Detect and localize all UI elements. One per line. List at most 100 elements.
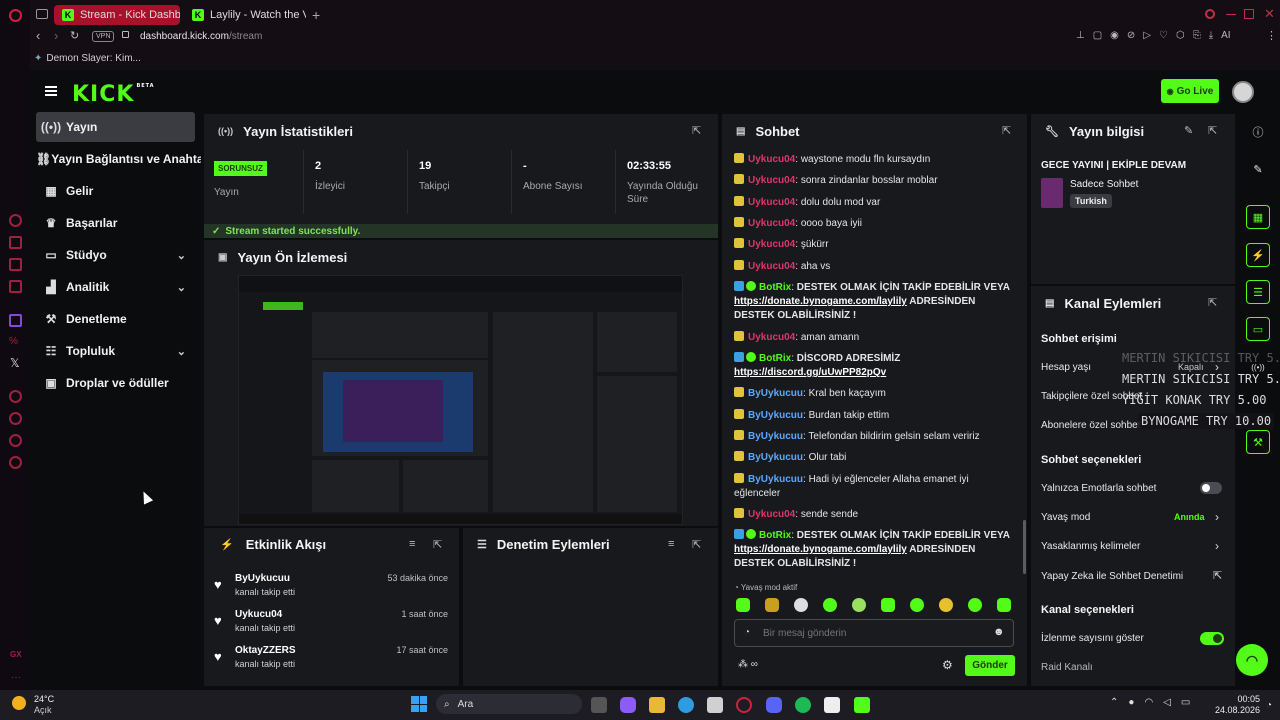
sidebar-item-droplar[interactable]: ▣ Droplar ve ödüller [36,369,196,397]
chat-link[interactable]: https://donate.bynogame.com/laylily [734,544,907,555]
sidebar-item-denetleme[interactable]: ⚒ Denetleme [36,305,196,333]
emote-icon[interactable] [852,598,866,612]
emote-icon[interactable] [736,598,750,612]
emoji-icon[interactable]: ☻ [993,626,1005,638]
emote-icon[interactable] [910,598,924,612]
support-headset-icon[interactable]: ◠ [1236,644,1268,676]
vpn-badge[interactable]: VPN [92,31,115,42]
chat-username[interactable]: ByUykucuu [748,474,803,485]
sidebar-app-icon[interactable] [9,280,22,293]
download-icon[interactable]: ⤓ [1209,30,1213,44]
setting-subs-only[interactable]: Abonelere özel sohbet [1041,420,1141,431]
popout-icon[interactable]: ⇱ [1208,124,1217,137]
popout-icon[interactable]: ⇱ [1208,296,1217,309]
chat-username[interactable]: Uykucu04 [748,332,795,343]
pin-icon[interactable]: ⊥ [1076,30,1085,44]
chat-input-box[interactable]: ◔ ☻ [734,619,1014,647]
emote-icon[interactable] [794,598,808,612]
edit-icon[interactable]: ✎ [1184,124,1193,137]
sidebar-item-stream-key[interactable]: ⛓ Yayın Bağlantısı ve Anahtar [36,145,201,173]
maximize-button[interactable] [1244,9,1254,19]
chat-username[interactable]: Uykucu04 [748,154,795,165]
heart-icon[interactable]: ♡ [1159,30,1168,44]
emote-icon[interactable] [765,598,779,612]
x-icon[interactable]: 𝕏 [10,356,20,370]
history-icon[interactable] [9,412,22,425]
chat-username[interactable]: Uykucu04 [748,175,795,186]
bookmark-item[interactable]: ✦ Demon Slayer: Kim... [34,53,141,64]
twitch-icon[interactable] [9,314,22,327]
chat-username[interactable]: Uykucu04 [748,218,795,229]
chat-username[interactable]: ByUykucuu [748,431,803,442]
setting-banned-words[interactable]: Yasaklanmış kelimeler [1041,541,1140,552]
stream-category[interactable]: Sadece Sohbet [1070,179,1138,190]
avatar[interactable] [1232,81,1254,103]
broadcast-icon[interactable]: ((•)) [1246,355,1270,379]
tray-chevron-icon[interactable]: ⌃ [1110,697,1118,708]
search-tabs-icon[interactable] [1205,9,1215,19]
start-button[interactable] [411,696,427,712]
sidebar-app-icon[interactable]: % [9,336,22,349]
activity-user[interactable]: OktayZZERS [235,645,296,656]
list-icon[interactable]: ☰ [1246,280,1270,304]
reload-icon[interactable]: ↻ [70,29,79,42]
chat-username[interactable]: ByUykucuu [748,452,803,463]
clock[interactable]: 00:05 24.08.2026 [1200,694,1260,716]
extensions-icon[interactable]: ⬡ [1176,30,1185,44]
adblock-icon[interactable]: ⊘ [1127,30,1135,44]
close-window-button[interactable]: ✕ [1264,6,1275,22]
stream-preview-video[interactable] [238,275,683,525]
sidebar-item-analitik[interactable]: ▟ Analitik ⌄ [36,273,196,301]
sidebar-item-basarilar[interactable]: ♛ Başarılar [36,209,196,237]
spotify-icon[interactable] [795,697,811,713]
lock-icon[interactable] [122,31,129,38]
info-icon[interactable]: ⓘ [1246,120,1270,144]
chat-username[interactable]: ByUykucuu [748,410,803,421]
activity-user[interactable]: Uykucu04 [235,609,282,620]
chat-message-input[interactable] [763,626,983,640]
settings-icon[interactable] [9,456,22,469]
hamburger-menu-icon[interactable] [45,86,57,96]
chat-scrollbar[interactable] [1023,520,1026,574]
stats-icon[interactable]: ▦ [1246,205,1270,229]
kick-logo[interactable]: KICK BETA [72,82,155,107]
taskbar-search[interactable]: ⌕ Ara [436,694,582,714]
edit-icon[interactable]: ✎ [1246,157,1270,181]
more-icon[interactable]: ··· [11,672,21,683]
kick-taskbar-icon[interactable] [854,697,870,713]
chat-settings-icon[interactable]: ⚙ [942,658,953,672]
chat-username[interactable]: Uykucu04 [748,197,795,208]
shield-icon[interactable]: ◉ [1110,30,1119,44]
sidebar-app-icon[interactable] [9,390,22,403]
network-icon[interactable]: ◠ [1144,697,1153,708]
chat-icon[interactable]: ▭ [1246,317,1270,341]
setting-ai-moderation[interactable]: Yapay Zeka ile Sohbet Denetimi [1041,571,1183,582]
sidebar-app-icon[interactable] [9,236,22,249]
battery-icon[interactable]: ▭ [1181,697,1190,708]
external-link-icon[interactable]: ⇱ [1213,569,1222,582]
aria-ai-icon[interactable]: AI [1221,30,1230,44]
category-thumbnail[interactable] [1041,178,1063,208]
tab-kick-dashboard[interactable]: K Stream - Kick Dashboard [54,5,180,25]
chevron-right-icon[interactable]: › [1215,510,1219,524]
opera-logo-icon[interactable] [9,9,22,22]
go-live-button[interactable]: ◉ Go Live [1161,79,1219,103]
popout-icon[interactable]: ⇱ [1002,124,1011,137]
setting-account-age[interactable]: Hesap yaşı [1041,362,1091,373]
emote-icon[interactable] [997,598,1011,612]
chat-username[interactable]: BotRix [759,353,791,364]
sidebar-item-studyo[interactable]: ▭ Stüdyo ⌄ [36,241,196,269]
sidebar-item-topluluk[interactable]: ☷ Topluluk ⌄ [36,337,196,365]
filter-icon[interactable]: ≡ [668,538,674,550]
chat-link[interactable]: https://donate.bynogame.com/laylily [734,296,907,307]
sidebar-item-gelir[interactable]: ▦ Gelir [36,177,196,205]
setting-raid-channel[interactable]: Raid Kanalı [1041,662,1093,673]
chat-send-button[interactable]: Gönder [965,655,1015,676]
sidebar-app-icon[interactable] [9,214,22,227]
share-icon[interactable]: ⎘ [1193,30,1201,44]
opera-gx-taskbar-icon[interactable] [736,697,752,713]
notification-icon[interactable]: ◔ [1266,700,1272,711]
filter-icon[interactable]: ≡ [409,538,415,550]
store-icon[interactable] [707,697,723,713]
player-icon[interactable]: ▷ [1143,30,1151,44]
